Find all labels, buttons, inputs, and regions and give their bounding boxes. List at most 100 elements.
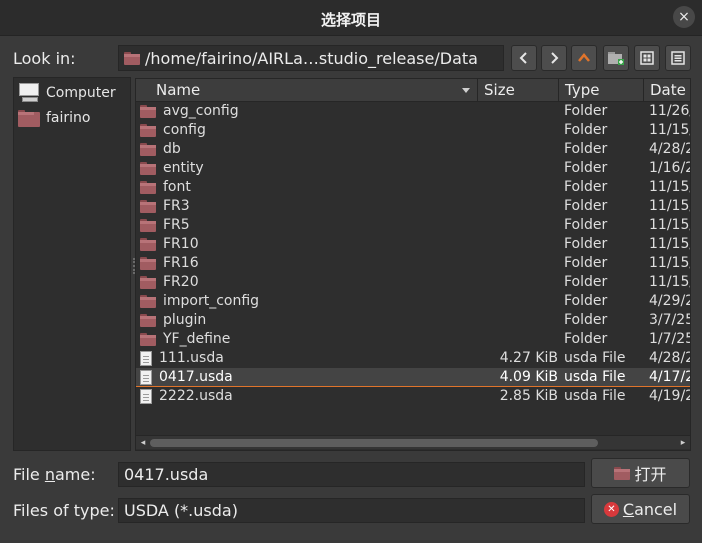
file-type-cell: Folder [564, 274, 608, 290]
file-date-cell: 11/15/ [649, 274, 691, 290]
sidebar-item-computer[interactable]: Computer [18, 82, 116, 104]
table-row[interactable]: import_config Folder 4/29/2 [136, 292, 691, 311]
detail-view-icon [671, 51, 685, 65]
table-row[interactable]: FR20 Folder 11/15/ [136, 273, 691, 292]
table-row[interactable]: 2222.usda 2.85 KiB usda File 4/19/2 [136, 387, 691, 406]
folder-icon [140, 105, 156, 118]
file-type-cell: usda File [564, 388, 626, 404]
back-button[interactable] [511, 45, 537, 71]
horizontal-scrollbar[interactable]: ◂ ▸ [136, 435, 690, 449]
file-type-cell: Folder [564, 293, 608, 309]
folder-icon [140, 333, 156, 346]
file-name: FR20 [163, 274, 199, 290]
table-row[interactable]: FR3 Folder 11/15/ [136, 197, 691, 216]
file-type-cell: Folder [564, 236, 608, 252]
table-row[interactable]: FR16 Folder 11/15/ [136, 254, 690, 273]
sidebar-item-fairino[interactable]: fairino [18, 107, 90, 129]
table-row[interactable]: avg_config Folder 11/26/ [136, 102, 691, 121]
table-row[interactable]: font Folder 11/15/ [136, 178, 690, 197]
file-name: YF_define [163, 331, 231, 347]
file-name-cell: FR16 [140, 254, 199, 273]
list-view-button[interactable] [634, 45, 660, 71]
folder-open-icon [614, 466, 631, 480]
column-header-size[interactable]: Size [478, 79, 559, 102]
file-type-cell: usda File [564, 369, 626, 385]
cancel-button-label: Cancel [622, 499, 678, 519]
table-row[interactable]: 111.usda 4.27 KiB usda File 4/28/2 [136, 349, 691, 368]
file-name: avg_config [163, 103, 239, 119]
file-type-cell: usda File [564, 350, 626, 366]
file-type-cell: Folder [564, 160, 608, 176]
file-type-cell: Folder [564, 312, 608, 328]
file-date-cell: 11/26/ [649, 103, 691, 119]
file-size-cell: 4.09 KiB [499, 369, 558, 385]
detail-view-button[interactable] [665, 45, 691, 71]
column-header: Name Size Type Date M [136, 79, 690, 102]
folder-icon [140, 238, 156, 251]
file-name: db [163, 141, 181, 157]
forward-button[interactable] [541, 45, 567, 71]
file-name: 111.usda [159, 350, 224, 366]
file-date-cell: 4/19/2 [649, 388, 691, 404]
title-bar: 选择项目 × [0, 0, 702, 36]
file-name-input[interactable]: 0417.usda [118, 462, 585, 487]
document-icon [140, 351, 152, 366]
scroll-right-icon[interactable]: ▸ [677, 437, 689, 449]
cancel-button[interactable]: ✕ Cancel [591, 494, 690, 524]
file-name-cell: FR20 [140, 273, 199, 292]
folder-icon [140, 200, 156, 213]
table-row[interactable]: plugin Folder 3/7/25 [136, 311, 690, 330]
folder-icon [124, 51, 140, 65]
table-row[interactable]: FR5 Folder 11/15/ [136, 216, 690, 235]
table-row[interactable]: config Folder 11/15/ [136, 121, 691, 140]
computer-icon [18, 83, 40, 103]
file-type-label: Files of type: [13, 501, 115, 520]
table-row[interactable]: db Folder 4/28/2 [136, 140, 690, 159]
file-name-cell: config [140, 121, 206, 140]
scrollbar-thumb[interactable] [150, 439, 598, 447]
file-name: config [163, 122, 206, 138]
file-name-cell: FR10 [140, 235, 199, 254]
close-button[interactable]: × [673, 6, 695, 28]
chevron-up-icon [578, 53, 590, 62]
look-in-combobox[interactable]: /home/fairino/AIRLa…studio_release/Data [118, 45, 504, 71]
file-name: FR16 [163, 255, 199, 271]
new-folder-button[interactable] [603, 45, 629, 71]
parent-directory-button[interactable] [571, 45, 597, 71]
folder-icon [140, 276, 156, 289]
file-name-cell: import_config [140, 292, 259, 311]
file-date-cell: 11/15/ [649, 198, 691, 214]
file-date-cell: 4/28/2 [649, 350, 691, 366]
table-row[interactable]: entity Folder 1/16/2 [136, 159, 690, 178]
file-date-cell: 11/15/ [649, 122, 691, 138]
look-in-label: Look in: [13, 49, 76, 68]
column-header-name[interactable]: Name [150, 79, 478, 102]
table-row[interactable]: YF_define Folder 1/7/25 [136, 330, 690, 349]
file-size-cell: 4.27 KiB [499, 350, 558, 366]
table-row[interactable]: 0417.usda 4.09 KiB usda File 4/17/2 [136, 368, 691, 387]
file-type-cell: Folder [564, 141, 608, 157]
table-row[interactable]: FR10 Folder 11/15/ [136, 235, 690, 254]
file-name: font [163, 179, 191, 195]
scroll-left-icon[interactable]: ◂ [137, 437, 149, 449]
new-folder-icon [608, 52, 624, 65]
file-name-cell: entity [140, 159, 204, 178]
file-name-label: File name: [13, 465, 96, 484]
file-name-cell: FR3 [140, 197, 190, 216]
file-date-cell: 4/29/2 [649, 293, 691, 309]
file-name-cell: plugin [140, 311, 206, 330]
sort-descending-icon [462, 88, 470, 93]
file-name-cell: db [140, 140, 181, 159]
document-icon [140, 389, 152, 404]
file-type-select[interactable]: USDA (*.usda) [118, 498, 585, 523]
file-name: 0417.usda [159, 369, 233, 385]
file-date-cell: 4/17/2 [649, 369, 691, 385]
open-button[interactable]: 打开 [591, 458, 690, 488]
file-name-cell: 2222.usda [140, 387, 233, 406]
file-name: plugin [163, 312, 207, 328]
file-type-cell: Folder [564, 179, 608, 195]
folder-icon [140, 314, 156, 327]
column-header-type[interactable]: Type [559, 79, 644, 102]
column-header-date[interactable]: Date M [644, 79, 690, 102]
look-in-path: /home/fairino/AIRLa…studio_release/Data [145, 48, 478, 68]
